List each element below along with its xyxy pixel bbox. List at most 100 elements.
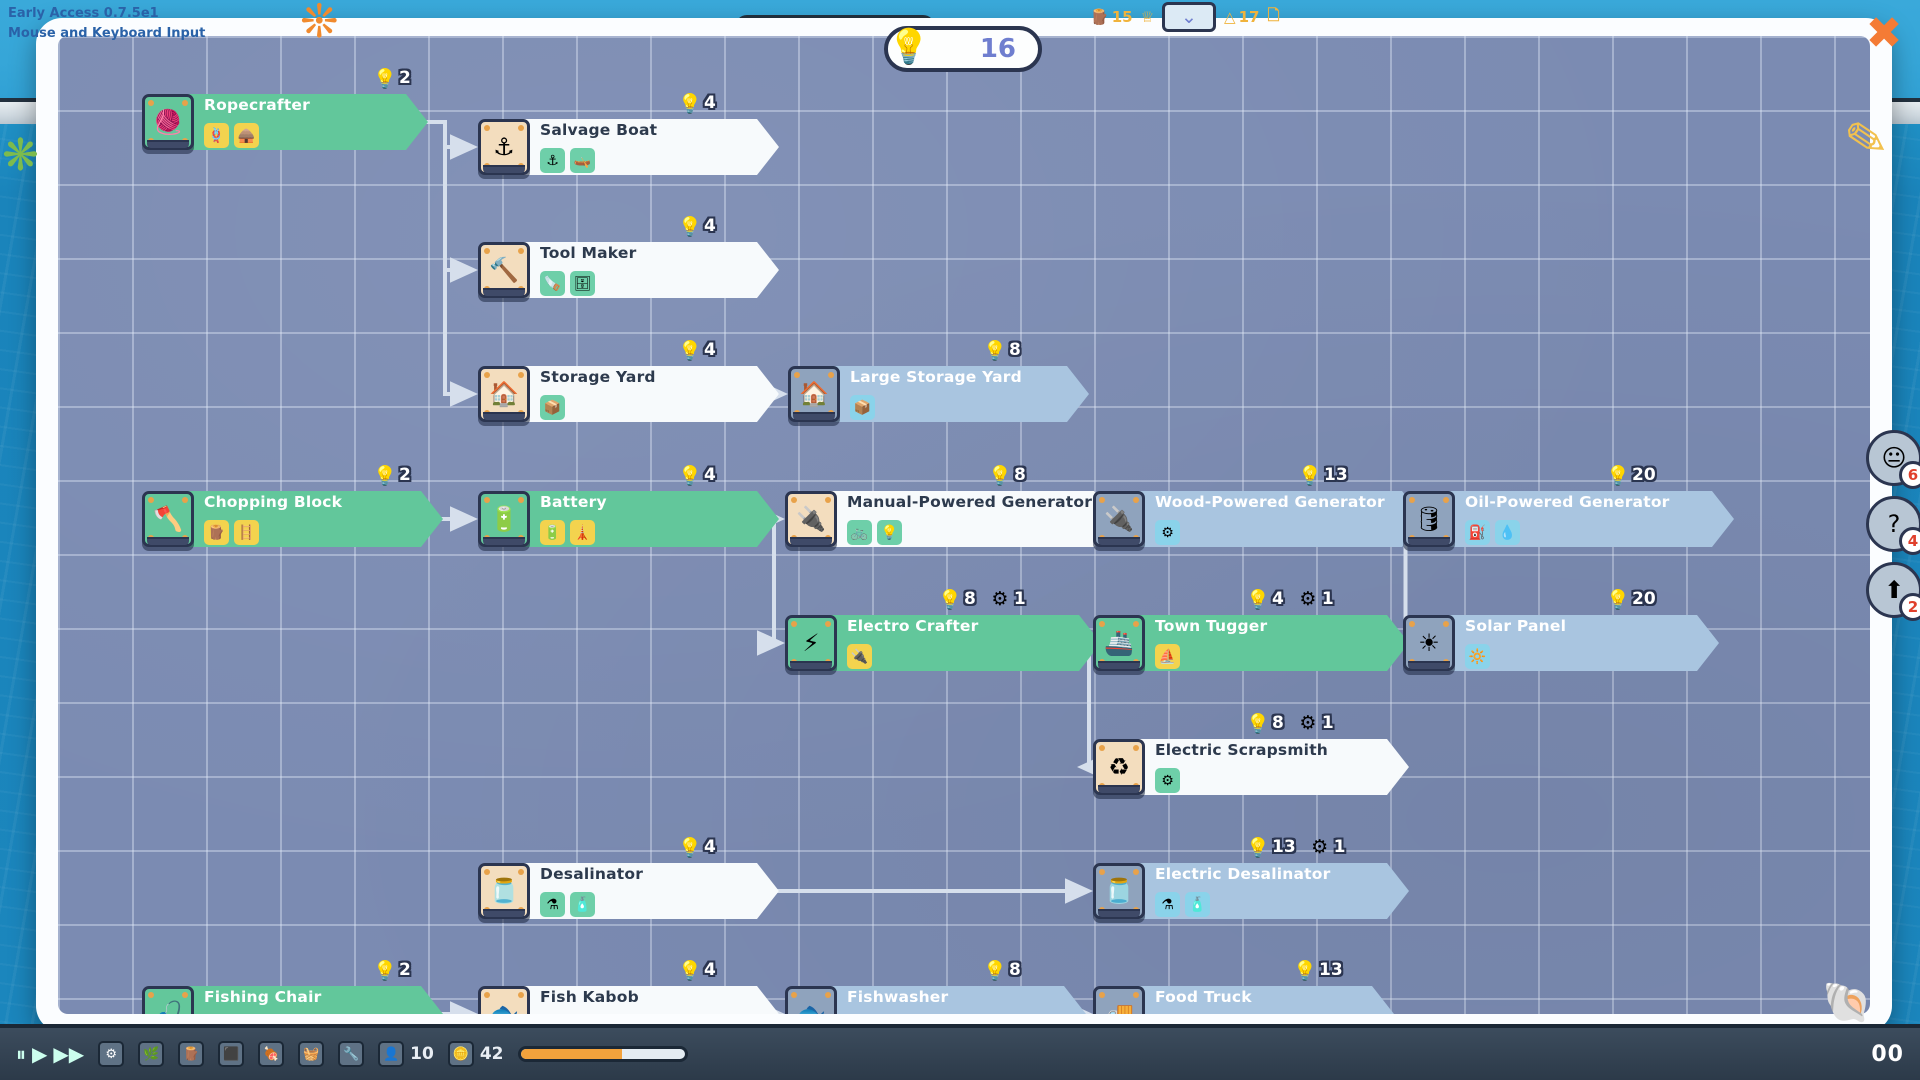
tech-node-book-icon: 🎣	[142, 986, 194, 1014]
progress-bar	[518, 1046, 688, 1062]
hud-chip-resource-leaf[interactable]: 🌿	[138, 1041, 164, 1067]
tech-node-tool-maker[interactable]: 🔨Tool Maker🪚🗄	[478, 239, 779, 301]
tech-node-electric-scrapsmith[interactable]: ♻Electric Scrapsmith⚙	[1093, 736, 1409, 798]
tech-node-body[interactable]: Chopping Block🪵🪜	[188, 491, 443, 547]
tech-node-cost-ropecrafter: 💡2	[373, 66, 411, 90]
tech-node-body[interactable]: Oil-Powered Generator⛽💧	[1449, 491, 1734, 547]
tech-node-body[interactable]: Fishwasher🫧	[831, 986, 1086, 1014]
cost-research: 💡4	[678, 463, 716, 487]
alert-upgrade[interactable]: ⬆2	[1866, 562, 1920, 618]
tech-node-food-truck[interactable]: 🚚Food Truck🍲	[1093, 983, 1394, 1014]
hud-chip-resource-villagers[interactable]: 👤10	[378, 1041, 434, 1067]
tech-node-unlocks: 🔋🗼	[540, 520, 745, 545]
tech-node-book-icon: 🐟	[478, 986, 530, 1014]
hud-chip-resource-tool[interactable]: 🔧	[338, 1041, 364, 1067]
research-book-icon: 💡	[678, 338, 702, 362]
tech-node-electric-desalinator[interactable]: 🫙Electric Desalinator⚗🧴	[1093, 860, 1409, 922]
tech-node-fish-kabob[interactable]: 🐟Fish Kabob🍢🐠	[478, 983, 779, 1014]
tech-node-cost-food-truck: 💡13	[1293, 958, 1343, 982]
item-solar-array: 🔆	[1465, 644, 1490, 669]
tech-node-body[interactable]: Large Storage Yard📦	[834, 366, 1089, 422]
tech-node-chopping-block[interactable]: 🪓Chopping Block🪵🪜	[142, 488, 443, 550]
tech-node-ropecrafter[interactable]: 🧶Ropecrafter🪢🛖	[142, 91, 428, 153]
tech-node-body[interactable]: Solar Panel 🔆	[1449, 615, 1719, 671]
tech-node-salvage-boat[interactable]: ⚓Salvage Boat⚓🛶	[478, 116, 779, 178]
tech-node-body[interactable]: Fishing Chair🪑🪤	[188, 986, 443, 1014]
item-battery: 🔋	[540, 520, 565, 545]
research-points-value: 16	[980, 34, 1016, 64]
resource-villagers-value: 10	[410, 1044, 434, 1064]
alert-stack[interactable]: 😐6 ?4 ⬆2	[1866, 430, 1920, 618]
tech-node-desalinator[interactable]: 🫙Desalinator⚗🧴	[478, 860, 779, 922]
tech-node-manual-powered-generator[interactable]: 🔌Manual-Powered Generator🚲💡	[785, 488, 1116, 550]
tech-tree-canvas[interactable]: 🧶Ropecrafter🪢🛖💡2⚓Salvage Boat⚓🛶💡4🔨Tool M…	[58, 36, 1870, 1014]
blueprint-gear-icon: ⚙	[1308, 835, 1332, 859]
tech-node-body[interactable]: Desalinator⚗🧴	[524, 863, 779, 919]
tech-node-unlocks: 🔌	[847, 644, 1067, 669]
tech-node-unlocks: ⚗🧴	[1155, 892, 1375, 917]
cost-blueprint: ⚙1	[988, 587, 1026, 611]
tech-node-large-storage-yard[interactable]: 🏠Large Storage Yard📦	[788, 363, 1089, 425]
alert-count-badge: 6	[1899, 461, 1920, 489]
hud-chip-resource-cloth[interactable]: 🧺	[298, 1041, 324, 1067]
tech-node-fishwasher[interactable]: 🐟Fishwasher🫧	[785, 983, 1086, 1014]
play-button[interactable]: ▶	[32, 1042, 47, 1066]
hud-chip-resource-food[interactable]: 🍖	[258, 1041, 284, 1067]
tech-node-title: Storage Yard	[540, 368, 745, 386]
pause-button[interactable]: ⏸	[16, 1042, 26, 1066]
hud-chip-resource-stone[interactable]: ⬛	[218, 1041, 244, 1067]
cost-value: 13	[1324, 465, 1348, 485]
time-controls[interactable]: ⏸ ▶ ▶▶	[16, 1042, 84, 1066]
item-oil-pump: ⛽	[1465, 520, 1490, 545]
crown-icon: ♕	[1141, 8, 1154, 26]
hud-chip-resource-wood[interactable]: 🪵	[178, 1041, 204, 1067]
bottom-hud[interactable]: ⏸ ▶ ▶▶ ⚙🌿🪵⬛🍖🧺🔧👤10🪙42 00	[0, 1024, 1920, 1080]
tech-node-wood-powered-generator[interactable]: 🔌Wood-Powered Generator⚙	[1093, 488, 1424, 550]
chevron-down-icon: ⌄	[1181, 6, 1197, 28]
tech-node-title: Solar Panel	[1465, 617, 1685, 635]
tech-node-electro-crafter[interactable]: ⚡Electro Crafter🔌	[785, 612, 1101, 674]
tech-node-fishing-chair[interactable]: 🎣Fishing Chair🪑🪤	[142, 983, 443, 1014]
collapse-hud-button[interactable]: ⌄	[1162, 2, 1216, 32]
tech-node-book-icon: 🔌	[785, 491, 837, 547]
cost-value: 4	[1272, 589, 1284, 609]
item-paddle: 🛶	[570, 148, 595, 173]
tech-node-battery[interactable]: 🔋Battery🔋🗼	[478, 488, 779, 550]
hud-chip-resource-gear[interactable]: ⚙	[98, 1041, 124, 1067]
close-button[interactable]: ✖	[1862, 12, 1906, 56]
item-scrap-grinder: ⚙	[1155, 768, 1180, 793]
tech-node-body[interactable]: Battery🔋🗼	[524, 491, 779, 547]
tech-tree-board[interactable]: 🧶Ropecrafter🪢🛖💡2⚓Salvage Boat⚓🛶💡4🔨Tool M…	[58, 36, 1870, 1014]
research-book-icon: 💡	[373, 958, 397, 982]
tech-node-body[interactable]: Electric Scrapsmith⚙	[1139, 739, 1409, 795]
tech-node-oil-powered-generator[interactable]: 🛢Oil-Powered Generator⛽💧	[1403, 488, 1734, 550]
research-book-icon: 💡	[983, 338, 1007, 362]
tech-node-body[interactable]: Fish Kabob🍢🐠	[524, 986, 779, 1014]
hud-chip-resource-coins[interactable]: 🪙42	[448, 1041, 504, 1067]
tech-node-body[interactable]: Wood-Powered Generator⚙	[1139, 491, 1424, 547]
tech-node-body[interactable]: Food Truck🍲	[1139, 986, 1394, 1014]
tech-node-body[interactable]: Salvage Boat⚓🛶	[524, 119, 779, 175]
cost-research: 💡13	[1298, 463, 1348, 487]
alert-building[interactable]: ?4	[1866, 496, 1920, 552]
tech-node-storage-yard[interactable]: 🏠Storage Yard📦	[478, 363, 779, 425]
tech-node-body[interactable]: Town Tugger⛵	[1139, 615, 1409, 671]
cost-value: 13	[1272, 837, 1296, 857]
resource-coins-value: 42	[480, 1044, 504, 1064]
tech-node-body[interactable]: Electro Crafter🔌	[831, 615, 1101, 671]
tech-node-body[interactable]: Electric Desalinator⚗🧴	[1139, 863, 1409, 919]
cost-value: 4	[704, 93, 716, 113]
top-hud-paper: 🗋	[1267, 5, 1279, 30]
research-book-icon: 💡	[1246, 587, 1270, 611]
tech-node-body[interactable]: Manual-Powered Generator🚲💡	[831, 491, 1116, 547]
tech-node-body[interactable]: Ropecrafter🪢🛖	[188, 94, 428, 150]
tech-node-unlocks: ⚙	[1155, 520, 1390, 545]
tech-node-town-tugger[interactable]: 🚢Town Tugger⛵	[1093, 612, 1409, 674]
tech-node-body[interactable]: Tool Maker🪚🗄	[524, 242, 779, 298]
item-electro-bench: 🔌	[847, 644, 872, 669]
fast-forward-button[interactable]: ▶▶	[53, 1042, 84, 1066]
tech-node-cost-electric-desalinator: 💡13⚙1	[1246, 835, 1346, 859]
tech-node-solar-panel[interactable]: ☀Solar Panel🔆	[1403, 612, 1719, 674]
alert-villager[interactable]: 😐6	[1866, 430, 1920, 486]
tech-node-body[interactable]: Storage Yard📦	[524, 366, 779, 422]
